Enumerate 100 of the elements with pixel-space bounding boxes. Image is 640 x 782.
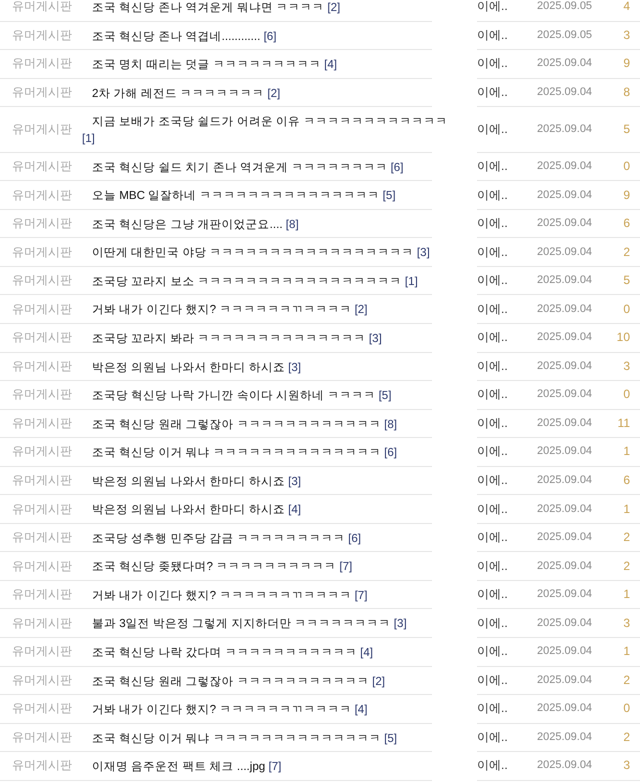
post-title-link[interactable]: 조국당 혁신당 나락 가니깐 속이다 시원하네 ㅋㅋㅋㅋ	[92, 389, 376, 402]
post-date: 2025.09.04	[537, 730, 592, 745]
comment-count: [3]	[368, 332, 382, 346]
comment-count: [3]	[416, 246, 430, 260]
post-title-link[interactable]: 조국 혁신당 나락 갔다며 ㅋㅋㅋㅋㅋㅋㅋㅋㅋㅋㅋ	[92, 646, 357, 660]
post-date: 2025.09.04	[537, 473, 592, 488]
post-date: 2025.09.04	[537, 558, 592, 574]
count-number: 3	[623, 614, 630, 632]
post-date: 2025.09.04	[537, 244, 592, 260]
post-title-link[interactable]: 박은정 의원님 나와서 한마디 하시죠	[92, 503, 285, 516]
count-number: 4	[623, 0, 630, 16]
post-title-link[interactable]: 박은정 의원님 나와서 한마디 하시죠	[92, 474, 285, 488]
board-name: 유머게시판	[12, 158, 72, 175]
board-name: 유머게시판	[12, 643, 72, 660]
board-name: 유머게시판	[12, 586, 72, 604]
post-title-link[interactable]: 조국 혁신당은 그냥 개판이었군요....	[92, 218, 283, 231]
comment-count: [2]	[354, 303, 368, 316]
comment-count: [7]	[354, 588, 368, 602]
author-name: 이에..	[477, 55, 508, 72]
count-number: 0	[623, 700, 630, 718]
comment-count: [4]	[288, 503, 302, 516]
count-number: 0	[623, 300, 630, 318]
post-title-link[interactable]: 이딴게 대한민국 야당 ㅋㅋㅋㅋㅋㅋㅋㅋㅋㅋㅋㅋㅋㅋㅋㅋㅋ	[92, 246, 414, 260]
post-title-link[interactable]: 조국 혁신당 존나 역겹네............	[92, 30, 260, 43]
board-name: 유머게시판	[12, 728, 72, 746]
author-name: 이에..	[477, 120, 508, 138]
board-name: 유머게시판	[12, 414, 72, 432]
post-title-link[interactable]: 조국 혁신당 원래 그렇잖아 ㅋㅋㅋㅋㅋㅋㅋㅋㅋㅋㅋㅋ	[92, 418, 381, 431]
post-date: 2025.09.04	[537, 122, 592, 137]
author-name: 이에..	[477, 672, 508, 689]
post-date: 2025.09.04	[537, 216, 592, 232]
count-number: 2	[623, 672, 630, 689]
count-number: 2	[623, 728, 630, 746]
post-title-link[interactable]: 이재명 음주운전 팩트 체크 ....jpg	[92, 760, 266, 774]
post-date: 2025.09.04	[537, 616, 592, 631]
post-date: 2025.09.04	[537, 84, 592, 100]
post-title-link[interactable]: 지금 보배가 조국당 쉴드가 어려운 이유 ㅋㅋㅋㅋㅋㅋㅋㅋㅋㅋㅋㅋ	[92, 115, 448, 128]
comment-count: [4]	[354, 703, 368, 716]
comment-count: [5]	[384, 732, 398, 745]
author-name: 이에..	[477, 500, 508, 518]
author-name: 이에..	[477, 215, 508, 232]
author-name: 이에..	[477, 757, 508, 774]
count-number: 1	[623, 500, 630, 518]
post-title-link[interactable]: 조국당 꼬라지 보소 ㅋㅋㅋㅋㅋㅋㅋㅋㅋㅋㅋㅋㅋㅋㅋㅋㅋ	[92, 274, 402, 288]
count-number: 5	[623, 120, 630, 138]
post-date: 2025.09.04	[537, 56, 592, 72]
post-date: 2025.09.04	[537, 358, 592, 374]
comment-count: [8]	[384, 418, 398, 431]
author-name: 이에..	[477, 414, 508, 432]
post-title-link[interactable]: 조국 혁신당 쉴드 치기 존나 역겨운게 ㅋㅋㅋㅋㅋㅋㅋㅋ	[92, 160, 388, 174]
post-date: 2025.09.04	[537, 758, 592, 774]
count-number: 8	[623, 84, 630, 101]
comment-count: [3]	[288, 474, 302, 488]
author-name: 이에..	[477, 300, 508, 318]
count-number: 0	[623, 386, 630, 404]
post-title-link[interactable]: 거봐 내가 이긴다 했지? ㅋㅋㅋㅋㅋㅋㄲㅋㅋㅋㅋ	[92, 303, 352, 316]
post-date: 2025.09.05	[537, 28, 592, 43]
board-name: 유머게시판	[12, 757, 72, 774]
author-name: 이에..	[477, 700, 508, 718]
post-title-link[interactable]: 오늘 MBC 일잘하네 ㅋㅋㅋㅋㅋㅋㅋㅋㅋㅋㅋㅋㅋㅋㅋ	[92, 189, 380, 202]
post-title-link[interactable]: 조국당 꼬라지 봐라 ㅋㅋㅋㅋㅋㅋㅋㅋㅋㅋㅋㅋㅋㅋ	[92, 332, 366, 346]
count-number: 3	[623, 26, 630, 44]
board-name: 유머게시판	[12, 614, 72, 632]
post-date: 2025.09.04	[537, 302, 592, 317]
author-name: 이에..	[477, 529, 508, 546]
post-date: 2025.09.05	[537, 0, 592, 14]
post-date: 2025.09.04	[537, 644, 592, 660]
author-name: 이에..	[477, 443, 508, 460]
post-title-link[interactable]: 조국 혁신당 좆됐다며? ㅋㅋㅋㅋㅋㅋㅋㅋㅋㅋ	[92, 560, 336, 574]
post-date: 2025.09.04	[537, 672, 592, 688]
post-title-link[interactable]: 거봐 내가 이긴다 했지? ㅋㅋㅋㅋㅋㅋㄲㅋㅋㅋㅋ	[92, 588, 352, 602]
author-name: 이에..	[477, 272, 508, 290]
comment-count: [1]	[82, 132, 95, 146]
post-title-link[interactable]: 불과 3일전 박은정 그렇게 지지하더만 ㅋㅋㅋㅋㅋㅋㅋㅋ	[92, 617, 391, 630]
author-name: 이에..	[477, 472, 508, 490]
board-name: 유머게시판	[12, 215, 72, 232]
board-name: 유머게시판	[12, 472, 72, 490]
comment-count: [6]	[348, 532, 362, 545]
post-title-link[interactable]: 조국 혁신당 이거 뭐냐 ㅋㅋㅋㅋㅋㅋㅋㅋㅋㅋㅋㅋㅋㅋ	[92, 732, 381, 745]
post-title-link[interactable]: 박은정 의원님 나와서 한마디 하시죠	[92, 360, 285, 374]
post-title-link[interactable]: 조국 혁신당 존나 역겨운게 뭐냐면 ㅋㅋㅋㅋ	[92, 1, 324, 14]
comment-count: [7]	[268, 760, 282, 774]
author-name: 이에..	[477, 558, 508, 575]
board-name: 유머게시판	[12, 26, 72, 44]
post-title-link[interactable]: 2차 가해 레전드 ㅋㅋㅋㅋㅋㅋㅋ	[92, 86, 264, 100]
board-name: 유머게시판	[12, 443, 72, 460]
post-title-link[interactable]: 조국당 성추행 민주당 감금 ㅋㅋㅋㅋㅋㅋㅋㅋㅋ	[92, 532, 345, 545]
board-name: 유머게시판	[12, 529, 72, 546]
post-date: 2025.09.04	[537, 502, 592, 517]
post-title-link[interactable]: 조국 혁신당 원래 그렇잖아 ㅋㅋㅋㅋㅋㅋㅋㅋㅋㅋㅋ	[92, 674, 369, 688]
board-name: 유머게시판	[12, 0, 72, 16]
count-number: 9	[623, 186, 630, 204]
post-title-link[interactable]: 조국 혁신당 이거 뭐냐 ㅋㅋㅋㅋㅋㅋㅋㅋㅋㅋㅋㅋㅋㅋ	[92, 446, 381, 460]
count-number: 3	[623, 358, 630, 375]
count-number: 2	[623, 244, 630, 261]
post-title-link[interactable]: 거봐 내가 이긴다 했지? ㅋㅋㅋㅋㅋㅋㄲㅋㅋㅋㅋ	[92, 703, 352, 716]
comment-count: [1]	[404, 274, 418, 288]
board-name: 유머게시판	[12, 186, 72, 204]
post-title-link[interactable]: 조국 명치 때리는 덧글 ㅋㅋㅋㅋㅋㅋㅋㅋㅋ	[92, 58, 321, 72]
comment-count: [2]	[327, 1, 340, 14]
